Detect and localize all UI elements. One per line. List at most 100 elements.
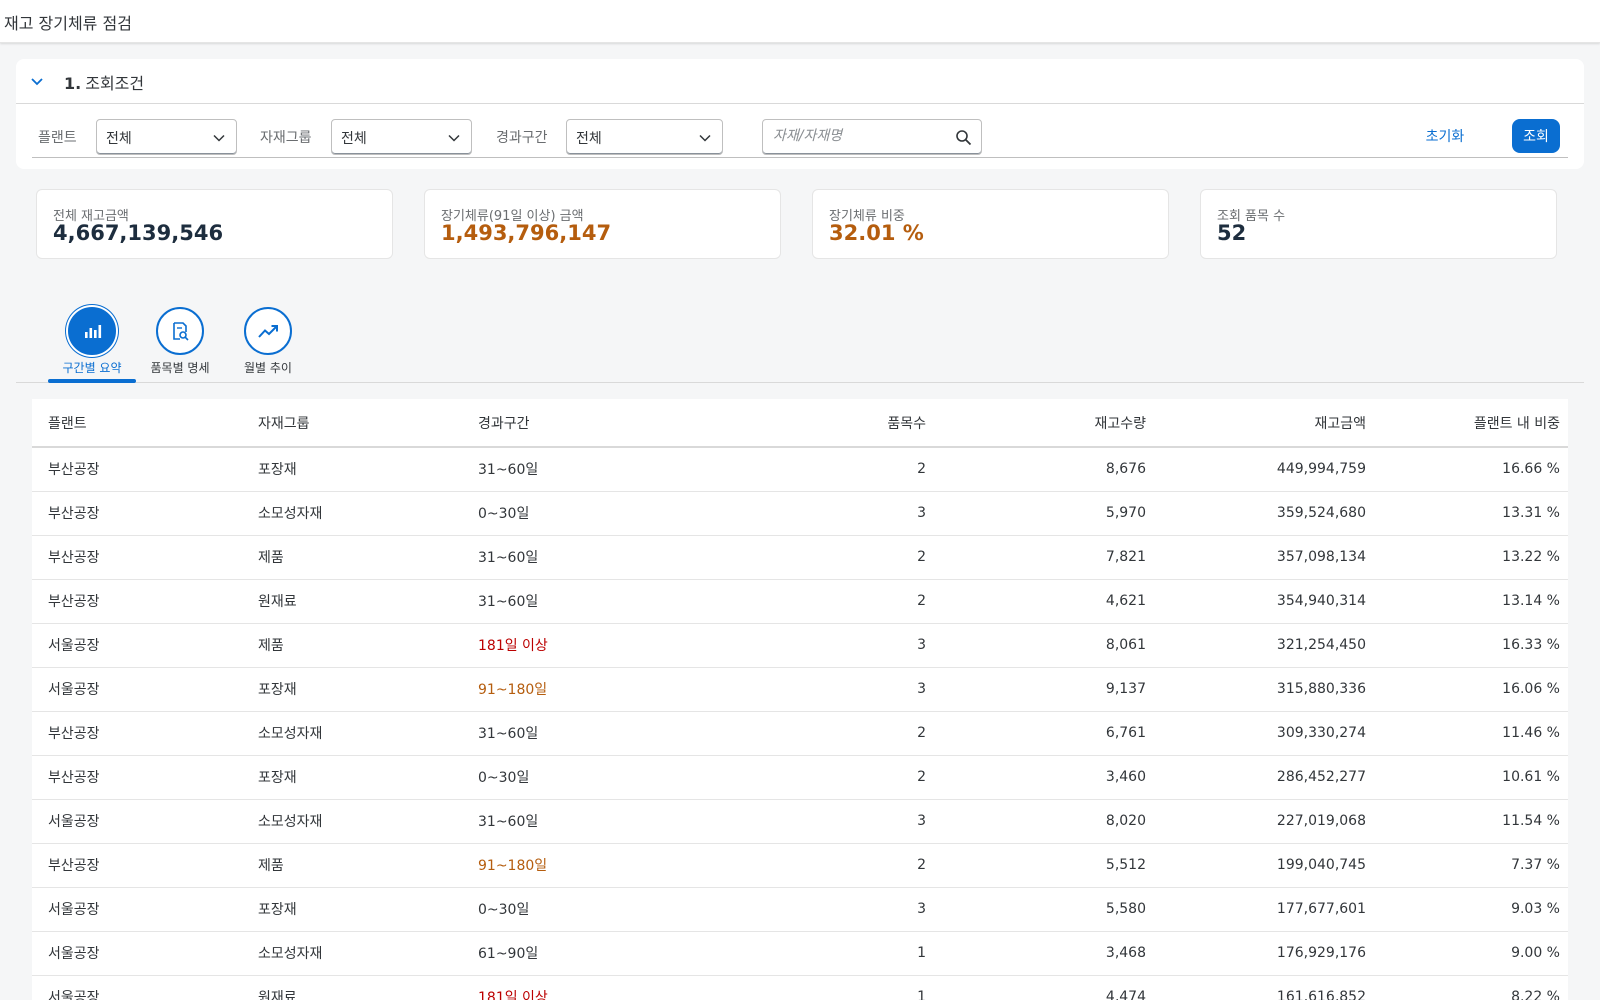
table-row[interactable]: 서울공장 제품 181일 이상 3 8,061 321,254,450 16.33 %	[32, 623, 1568, 668]
kpi-value: 32.01 %	[829, 221, 924, 245]
plant-share-cell: 13.22 %	[1374, 535, 1568, 580]
plant-share-cell: 16.33 %	[1374, 623, 1568, 668]
table-row[interactable]: 부산공장 제품 31~60일 2 7,821 357,098,134 13.22 %	[32, 535, 1568, 580]
column-header-period[interactable]: 경과구간	[462, 399, 682, 448]
plant-share-cell: 9.00 %	[1374, 931, 1568, 976]
material-group-select[interactable]: 전체	[331, 119, 472, 155]
table-row[interactable]: 서울공장 원재료 181일 이상 1 4,474 161,616,852 8.22 %	[32, 975, 1568, 1000]
tab-period-summary[interactable]: 구간별 요약	[48, 295, 136, 383]
period-filter-label: 경과구간	[496, 130, 548, 146]
plant-filter-label: 플랜트	[38, 130, 77, 146]
stock-qty-cell: 5,580	[934, 887, 1154, 932]
plant-share-cell: 8.22 %	[1374, 975, 1568, 1000]
plant-cell: 부산공장	[32, 447, 242, 492]
plant-cell: 부산공장	[32, 535, 242, 580]
plant-cell: 부산공장	[32, 843, 242, 888]
column-header-plant-share[interactable]: 플랜트 내 비중	[1374, 399, 1568, 448]
table-row[interactable]: 서울공장 포장재 0~30일 3 5,580 177,677,601 9.03 %	[32, 887, 1568, 932]
period-cell: 0~30일	[462, 887, 682, 932]
chevron-down-icon	[699, 134, 711, 142]
stock-qty-cell: 6,761	[934, 711, 1154, 756]
item-count-cell: 2	[682, 711, 934, 756]
stock-qty-cell: 5,512	[934, 843, 1154, 888]
item-count-cell: 1	[682, 975, 934, 1000]
table-row[interactable]: 부산공장 제품 91~180일 2 5,512 199,040,745 7.37 %	[32, 843, 1568, 888]
plant-share-cell: 11.54 %	[1374, 799, 1568, 844]
plant-cell: 서울공장	[32, 931, 242, 976]
item-count-cell: 3	[682, 491, 934, 536]
filter-panel-header[interactable]: 1. 조회조건	[16, 59, 1584, 104]
column-header-item-count[interactable]: 품목수	[682, 399, 934, 448]
table-row[interactable]: 부산공장 포장재 0~30일 2 3,460 286,452,277 10.61 %	[32, 755, 1568, 800]
kpi-value: 1,493,796,147	[441, 221, 612, 245]
plant-select-value: 전체	[106, 131, 132, 147]
material-group-cell: 소모성자재	[242, 799, 462, 844]
plant-cell: 서울공장	[32, 975, 242, 1000]
stock-amount-cell: 449,994,759	[1154, 447, 1374, 492]
column-header-material-group[interactable]: 자재그룹	[242, 399, 462, 448]
stock-qty-cell: 5,970	[934, 491, 1154, 536]
document-search-icon	[173, 322, 189, 341]
item-count-cell: 3	[682, 887, 934, 932]
period-cell: 31~60일	[462, 535, 682, 580]
period-cell: 91~180일	[462, 667, 682, 712]
material-search-input[interactable]	[773, 128, 953, 144]
plant-share-cell: 9.03 %	[1374, 887, 1568, 932]
material-group-cell: 포장재	[242, 447, 462, 492]
period-cell: 31~60일	[462, 711, 682, 756]
material-group-select-value: 전체	[341, 131, 367, 147]
kpi-card-long-term-amount: 장기체류(91일 이상) 금액 1,493,796,147	[424, 189, 781, 259]
column-header-stock-qty[interactable]: 재고수량	[934, 399, 1154, 448]
item-count-cell: 3	[682, 667, 934, 712]
chevron-down-icon	[448, 134, 460, 142]
query-button[interactable]: 조회	[1512, 119, 1560, 153]
item-count-cell: 2	[682, 535, 934, 580]
table-row[interactable]: 부산공장 소모성자재 31~60일 2 6,761 309,330,274 11.46 %	[32, 711, 1568, 756]
table-row[interactable]: 부산공장 포장재 31~60일 2 8,676 449,994,759 16.66 %	[32, 447, 1568, 492]
bar-chart-icon	[85, 325, 102, 338]
period-cell: 31~60일	[462, 799, 682, 844]
table-row[interactable]: 서울공장 소모성자재 61~90일 1 3,468 176,929,176 9.00 %	[32, 931, 1568, 976]
kpi-card-item-count: 조회 품목 수 52	[1200, 189, 1557, 259]
tab-icon-circle	[68, 307, 116, 355]
table-row[interactable]: 부산공장 원재료 31~60일 2 4,621 354,940,314 13.14 %	[32, 579, 1568, 624]
stock-amount-cell: 177,677,601	[1154, 887, 1374, 932]
app-title: 재고 장기체류 점검	[4, 14, 132, 33]
material-group-cell: 포장재	[242, 755, 462, 800]
chevron-down-icon	[213, 134, 225, 142]
material-search-field[interactable]	[762, 119, 982, 155]
plant-cell: 서울공장	[32, 667, 242, 712]
stock-amount-cell: 321,254,450	[1154, 623, 1374, 668]
tab-item-detail[interactable]: 품목별 명세	[136, 295, 224, 383]
summary-table-container: 플랜트 자재그룹 경과구간 품목수 재고수량 재고금액 플랜트 내 비중 부산공…	[32, 399, 1568, 1000]
plant-cell: 부산공장	[32, 491, 242, 536]
tab-monthly-trend[interactable]: 월별 추이	[224, 295, 312, 383]
search-icon[interactable]	[955, 129, 972, 146]
period-cell: 31~60일	[462, 447, 682, 492]
period-cell: 0~30일	[462, 755, 682, 800]
plant-select[interactable]: 전체	[96, 119, 237, 155]
tab-icon-circle	[244, 307, 292, 355]
reset-button[interactable]: 초기화	[1416, 119, 1474, 153]
stock-qty-cell: 8,020	[934, 799, 1154, 844]
period-cell: 181일 이상	[462, 975, 682, 1000]
item-count-cell: 3	[682, 799, 934, 844]
period-select[interactable]: 전체	[566, 119, 723, 155]
period-cell: 0~30일	[462, 491, 682, 536]
stock-amount-cell: 286,452,277	[1154, 755, 1374, 800]
stock-qty-cell: 3,468	[934, 931, 1154, 976]
stock-qty-cell: 8,061	[934, 623, 1154, 668]
chevron-down-icon[interactable]	[28, 72, 46, 90]
plant-cell: 서울공장	[32, 887, 242, 932]
item-count-cell: 2	[682, 579, 934, 624]
plant-cell: 부산공장	[32, 579, 242, 624]
column-header-plant[interactable]: 플랜트	[32, 399, 242, 448]
material-group-cell: 포장재	[242, 667, 462, 712]
table-row[interactable]: 서울공장 소모성자재 31~60일 3 8,020 227,019,068 11.54 %	[32, 799, 1568, 844]
filter-panel: 1.조회조건 플랜트 전체 자재그룹 전체 경과구간 전체 초기화 조회	[16, 59, 1584, 169]
table-row[interactable]: 서울공장 포장재 91~180일 3 9,137 315,880,336 16.06 %	[32, 667, 1568, 712]
column-header-stock-amount[interactable]: 재고금액	[1154, 399, 1374, 448]
table-row[interactable]: 부산공장 소모성자재 0~30일 3 5,970 359,524,680 13.31 %	[32, 491, 1568, 536]
material-group-cell: 제품	[242, 843, 462, 888]
stock-amount-cell: 309,330,274	[1154, 711, 1374, 756]
